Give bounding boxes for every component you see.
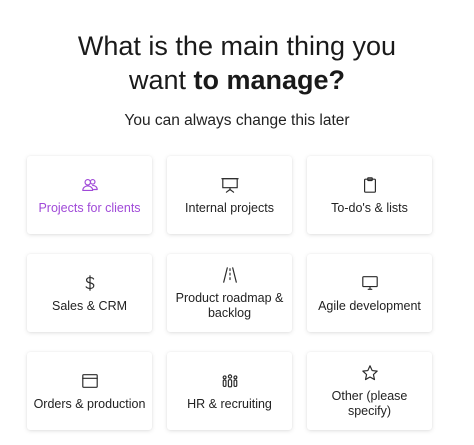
option-label: Sales & CRM — [51, 298, 128, 313]
option-label: To-do's & lists — [331, 200, 408, 215]
title-line-2-bold: to manage? — [193, 65, 346, 95]
title-line-1: What is the main thing you — [77, 31, 397, 61]
dollar-icon — [80, 273, 100, 293]
page-title: What is the main thing you want to manag… — [0, 29, 474, 97]
option-todos-and-lists[interactable]: To-do's & lists — [307, 156, 432, 234]
option-label: Product roadmap & backlog — [175, 291, 284, 320]
option-hr-and-recruiting[interactable]: HR & recruiting — [167, 352, 292, 430]
box-icon — [80, 371, 100, 391]
option-other[interactable]: Other (please specify) — [307, 352, 432, 430]
options-grid: Projects for clients Internal projects T… — [27, 156, 433, 430]
people-icon — [80, 175, 100, 195]
option-sales-and-crm[interactable]: Sales & CRM — [27, 254, 152, 332]
option-label: Agile development — [318, 298, 421, 313]
option-label: Orders & production — [33, 396, 146, 411]
clipboard-icon — [360, 175, 380, 195]
option-product-roadmap-and-backlog[interactable]: Product roadmap & backlog — [167, 254, 292, 332]
option-label: HR & recruiting — [187, 396, 272, 411]
title-line-2-prefix: want — [128, 65, 194, 95]
page-subtitle: You can always change this later — [124, 112, 350, 129]
option-orders-and-production[interactable]: Orders & production — [27, 352, 152, 430]
team-icon — [220, 371, 240, 391]
option-internal-projects[interactable]: Internal projects — [167, 156, 292, 234]
monitor-icon — [360, 273, 380, 293]
option-label: Other (please specify) — [331, 389, 408, 418]
presentation-board-icon — [220, 175, 240, 195]
star-icon — [360, 363, 380, 383]
roadmap-icon — [220, 265, 240, 285]
option-projects-for-clients[interactable]: Projects for clients — [27, 156, 152, 234]
option-agile-development[interactable]: Agile development — [307, 254, 432, 332]
option-label: Projects for clients — [38, 200, 141, 215]
option-label: Internal projects — [185, 200, 274, 215]
